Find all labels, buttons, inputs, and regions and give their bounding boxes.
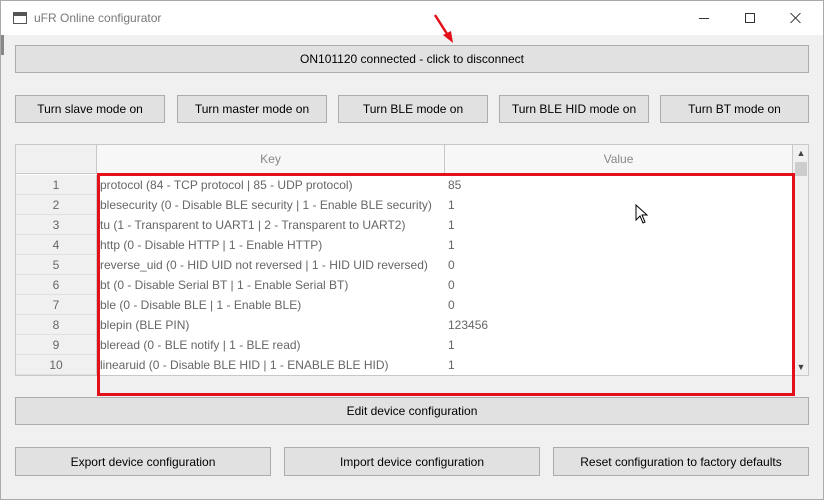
value-cell[interactable]: 0 [448,275,790,295]
column-header-value[interactable]: Value [445,145,793,174]
table-corner[interactable] [16,145,97,174]
key-cell[interactable]: linearuid (0 - Disable BLE HID | 1 - ENA… [100,355,442,375]
app-window: uFR Online configurator ON101120 connect… [0,0,824,500]
edit-configuration-button[interactable]: Edit device configuration [15,397,809,425]
key-cell[interactable]: http (0 - Disable HTTP | 1 - Enable HTTP… [100,235,442,255]
vertical-scrollbar[interactable]: ▲ ▼ [793,145,808,375]
row-number[interactable]: 4 [16,235,97,255]
table-row[interactable]: 3 tu (1 - Transparent to UART1 | 2 - Tra… [16,215,793,235]
app-icon [13,12,27,24]
row-number[interactable]: 9 [16,335,97,355]
row-number[interactable]: 3 [16,215,97,235]
key-cell[interactable]: ble (0 - Disable BLE | 1 - Enable BLE) [100,295,442,315]
window-title: uFR Online configurator [34,11,162,25]
table-row[interactable]: 7 ble (0 - Disable BLE | 1 - Enable BLE)… [16,295,793,315]
scroll-thumb[interactable] [795,162,807,176]
table-rows: 1 protocol (84 - TCP protocol | 85 - UDP… [16,175,793,375]
minimize-button[interactable] [681,1,727,35]
column-header-key[interactable]: Key [97,145,445,174]
table-row[interactable]: 2 blesecurity (0 - Disable BLE security … [16,195,793,215]
close-button[interactable] [773,1,819,35]
table-row[interactable]: 6 bt (0 - Disable Serial BT | 1 - Enable… [16,275,793,295]
config-table: Key Value 1 protocol (84 - TCP protocol … [15,144,809,376]
export-configuration-button[interactable]: Export device configuration [15,447,271,476]
row-number[interactable]: 2 [16,195,97,215]
value-cell[interactable]: 1 [448,195,790,215]
row-number[interactable]: 5 [16,255,97,275]
key-cell[interactable]: reverse_uid (0 - HID UID not reversed | … [100,255,442,275]
key-cell[interactable]: blepin (BLE PIN) [100,315,442,335]
ble-mode-button[interactable]: Turn BLE mode on [338,95,488,123]
row-number[interactable]: 10 [16,355,97,375]
key-cell[interactable]: bleread (0 - BLE notify | 1 - BLE read) [100,335,442,355]
close-icon [790,12,802,24]
key-cell[interactable]: tu (1 - Transparent to UART1 | 2 - Trans… [100,215,442,235]
table-row[interactable]: 9 bleread (0 - BLE notify | 1 - BLE read… [16,335,793,355]
title-bar: uFR Online configurator [1,1,823,35]
maximize-button[interactable] [727,1,773,35]
bt-mode-button[interactable]: Turn BT mode on [660,95,809,123]
row-number[interactable]: 8 [16,315,97,335]
key-cell[interactable]: bt (0 - Disable Serial BT | 1 - Enable S… [100,275,442,295]
table-row[interactable]: 1 protocol (84 - TCP protocol | 85 - UDP… [16,175,793,195]
value-cell[interactable]: 1 [448,335,790,355]
value-cell[interactable]: 1 [448,235,790,255]
table-row[interactable]: 4 http (0 - Disable HTTP | 1 - Enable HT… [16,235,793,255]
key-cell[interactable]: blesecurity (0 - Disable BLE security | … [100,195,442,215]
ble-hid-mode-button[interactable]: Turn BLE HID mode on [499,95,649,123]
slave-mode-button[interactable]: Turn slave mode on [15,95,165,123]
value-cell[interactable]: 0 [448,255,790,275]
import-configuration-button[interactable]: Import device configuration [284,447,540,476]
reset-configuration-button[interactable]: Reset configuration to factory defaults [553,447,809,476]
value-cell[interactable]: 1 [448,355,790,375]
chevron-down-icon[interactable]: ▼ [793,359,808,375]
value-cell[interactable]: 1 [448,215,790,235]
table-row[interactable]: 5 reverse_uid (0 - HID UID not reversed … [16,255,793,275]
value-cell[interactable]: 85 [448,175,790,195]
row-number[interactable]: 6 [16,275,97,295]
table-row[interactable]: 8 blepin (BLE PIN) 123456 [16,315,793,335]
minimize-icon [699,17,709,19]
table-row[interactable]: 10 linearuid (0 - Disable BLE HID | 1 - … [16,355,793,375]
master-mode-button[interactable]: Turn master mode on [177,95,327,123]
value-cell[interactable]: 0 [448,295,790,315]
maximize-icon [745,13,755,23]
chevron-up-icon[interactable]: ▲ [793,145,808,161]
row-number[interactable]: 7 [16,295,97,315]
key-cell[interactable]: protocol (84 - TCP protocol | 85 - UDP p… [100,175,442,195]
row-number[interactable]: 1 [16,175,97,195]
disconnect-button[interactable]: ON101120 connected - click to disconnect [15,45,809,73]
value-cell[interactable]: 123456 [448,315,790,335]
window-edge [1,35,4,55]
